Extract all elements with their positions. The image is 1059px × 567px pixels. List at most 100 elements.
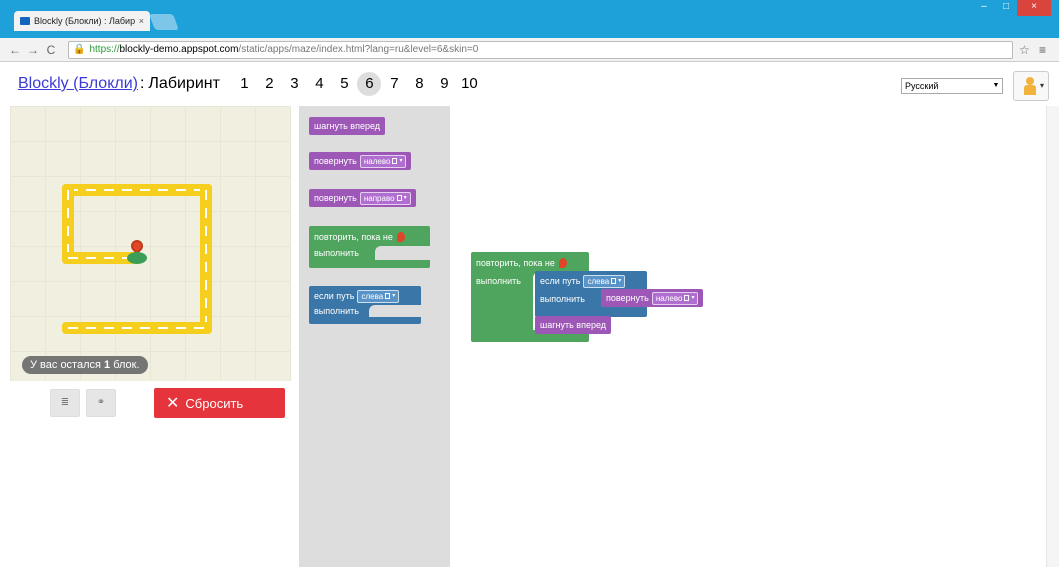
block-label: повернуть <box>314 193 357 203</box>
maze-road <box>62 322 212 334</box>
browser-menu-icon[interactable]: ≡ <box>1039 43 1051 57</box>
url-host: blockly-demo.appspot.com <box>119 44 239 55</box>
dropdown-value: слева <box>587 276 610 286</box>
link-button[interactable]: ⚭ <box>86 389 116 417</box>
turn-left-icon <box>684 295 690 301</box>
direction-dropdown[interactable]: налево ▾ <box>359 154 407 168</box>
address-bar: ← → C 🔒 https://blockly-demo.appspot.com… <box>0 38 1059 62</box>
close-icon: ✕ <box>166 395 180 412</box>
bookmark-star-icon[interactable]: ☆ <box>1019 43 1033 57</box>
level-link[interactable]: 9 <box>432 72 456 96</box>
repeat-until-row: повторить, пока не <box>476 256 567 270</box>
dropdown-arrow-icon: ▾ <box>403 194 407 201</box>
dropdown-value: направо <box>363 193 395 203</box>
level-link[interactable]: 1 <box>232 72 256 96</box>
window-controls: – □ × <box>973 0 1051 16</box>
level-link[interactable]: 7 <box>382 72 406 96</box>
url-path: /static/apps/maze/index.html?lang=ru&lev… <box>238 44 479 55</box>
blockly-favicon-icon <box>20 17 30 25</box>
blockly-home-link[interactable]: Blockly (Блокли) <box>18 75 138 93</box>
maze-background <box>10 106 291 381</box>
direction-dropdown[interactable]: налево ▾ <box>651 291 699 305</box>
reset-label: Сбросить <box>185 395 244 411</box>
toolbox-if-path-block[interactable]: если путь слева ▾ выполнить <box>309 286 421 324</box>
do-label: выполнить <box>314 306 359 316</box>
back-button[interactable]: ← <box>8 43 22 57</box>
toolbox-turn-right-block[interactable]: повернуть направо ▾ <box>309 189 416 207</box>
dropdown-value: налево <box>655 293 683 303</box>
url-scheme: https:// <box>89 44 120 55</box>
maze-road <box>62 184 212 196</box>
block-label: повторить, пока не <box>314 232 393 242</box>
if-path-row: если путь слева ▾ <box>540 274 626 288</box>
block-label: повернуть <box>606 293 649 303</box>
direction-dropdown[interactable]: направо ▾ <box>359 191 411 205</box>
url-input[interactable]: 🔒 https://blockly-demo.appspot.com/stati… <box>68 40 1013 59</box>
dropdown-arrow-icon: ▾ <box>618 277 622 284</box>
title-separator: : <box>139 75 145 92</box>
block-workspace[interactable]: повторить, пока не выполнить если путь с… <box>450 106 1046 567</box>
dropdown-value: слева <box>361 291 384 301</box>
level-link[interactable]: 10 <box>457 72 481 96</box>
block-label: если путь <box>540 276 581 286</box>
goal-marker-icon <box>127 237 147 268</box>
page-title: Лабиринт <box>148 75 220 92</box>
do-label: выполнить <box>314 248 359 258</box>
forward-button[interactable]: → <box>26 43 40 57</box>
dropdown-arrow-icon: ▾ <box>392 292 396 299</box>
toolbox-move-forward-block[interactable]: шагнуть вперед <box>309 117 386 135</box>
toolbox-turn-left-block[interactable]: повернуть налево ▾ <box>309 152 412 170</box>
pegman-player-icon <box>127 252 147 264</box>
reset-button[interactable]: ✕ Сбросить <box>154 388 285 418</box>
link-icon: ⚭ <box>96 397 106 408</box>
lock-icon: 🔒 <box>73 44 86 55</box>
block-label: повторить, пока не <box>476 258 555 268</box>
level-link[interactable]: 2 <box>257 72 281 96</box>
statement-slot <box>375 246 430 260</box>
minimize-button[interactable]: – <box>973 0 995 16</box>
level-link[interactable]: 5 <box>332 72 356 96</box>
goal-marker-icon <box>396 232 405 242</box>
block-label: если путь <box>314 291 355 301</box>
current-level[interactable]: 6 <box>357 72 382 96</box>
browser-titlebar: Blockly (Блокли) : Лабир × – □ × <box>0 0 1059 38</box>
path-dropdown[interactable]: слева ▾ <box>583 274 626 288</box>
pegman-body <box>1024 85 1036 95</box>
block-label: шагнуть вперед <box>540 320 607 330</box>
language-value: Русский <box>905 81 939 91</box>
blocks-remaining-badge: У вас остался 1 блок. <box>22 356 148 374</box>
new-tab-button[interactable] <box>149 14 179 30</box>
goal-marker-icon <box>558 258 567 268</box>
app-header: Blockly (Блокли) : Лабиринт 1 2 3 4 5 6 … <box>0 62 1059 106</box>
browser-tab[interactable]: Blockly (Блокли) : Лабир × <box>14 11 150 31</box>
do-label: выполнить <box>476 276 521 286</box>
statement-slot <box>369 305 421 317</box>
path-icon <box>611 278 617 284</box>
level-selector: 1 2 3 4 5 6 7 8 9 10 <box>232 72 482 96</box>
language-select[interactable]: Русский ▼ <box>901 78 1003 94</box>
reload-button[interactable]: C <box>44 43 58 57</box>
dropdown-value: налево <box>363 156 391 166</box>
close-window-button[interactable]: × <box>1017 0 1051 16</box>
tab-close-icon[interactable]: × <box>139 16 144 26</box>
dropdown-arrow-icon: ▾ <box>399 157 403 164</box>
level-link[interactable]: 4 <box>307 72 331 96</box>
dropdown-arrow-icon: ▼ <box>992 82 1000 89</box>
level-link[interactable]: 3 <box>282 72 306 96</box>
pegman-skin-button[interactable]: ▾ <box>1013 71 1049 101</box>
move-forward-block[interactable]: шагнуть вперед <box>535 316 612 334</box>
toolbox-repeat-until-block[interactable]: повторить, пока не выполнить <box>309 226 430 268</box>
path-dropdown[interactable]: слева ▾ <box>357 289 400 303</box>
blocks-remaining-prefix: У вас остался <box>30 359 105 371</box>
tab-title: Blockly (Блокли) : Лабир <box>34 16 135 26</box>
turn-left-block[interactable]: повернуть налево ▾ <box>601 289 704 307</box>
maximize-button[interactable]: □ <box>995 0 1017 16</box>
page-scrollbar[interactable] <box>1046 106 1059 567</box>
if-path-row: если путь слева ▾ <box>314 289 400 303</box>
turn-left-icon <box>392 158 398 164</box>
chevron-down-icon: ▾ <box>1040 81 1045 90</box>
pegman-icon <box>1026 77 1034 85</box>
level-link[interactable]: 8 <box>407 72 431 96</box>
maze-road <box>200 184 212 334</box>
show-code-button[interactable]: ≣ <box>50 389 80 417</box>
